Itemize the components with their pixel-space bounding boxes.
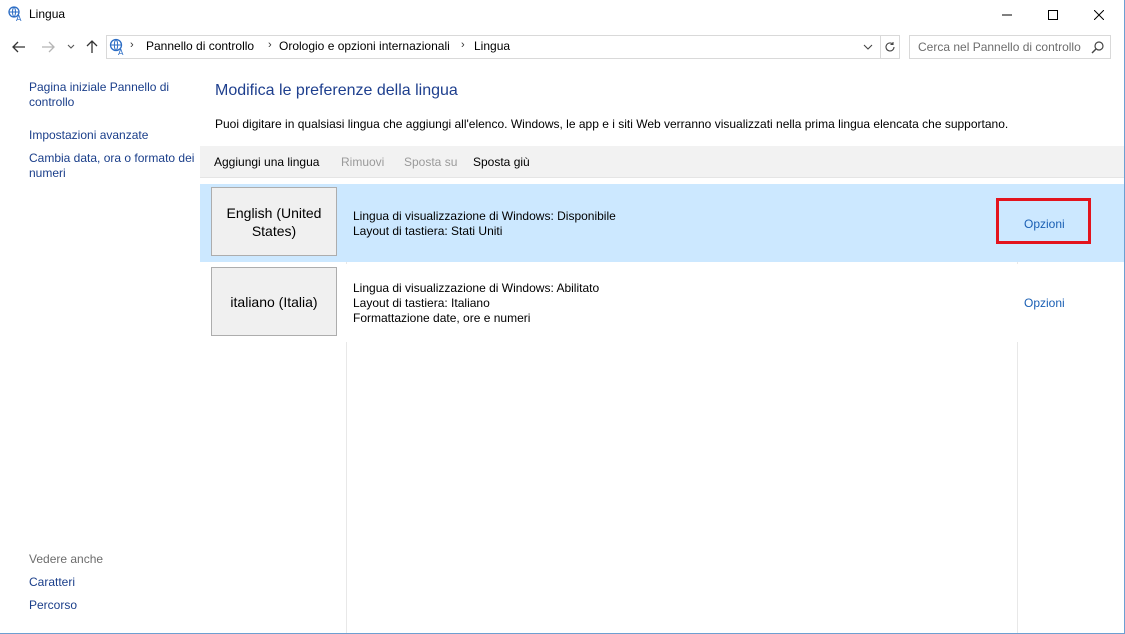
language-row-italian[interactable]: italiano (Italia) Lingua di visualizzazi… [200,264,1124,342]
breadcrumb-language[interactable]: Lingua [474,39,510,53]
back-button[interactable] [8,35,30,59]
language-globe-icon: A [8,6,24,23]
refresh-button[interactable] [880,36,899,58]
breadcrumb-clock-region[interactable]: Orologio e opzioni internazionali [279,39,450,53]
sidebar-link-advanced-settings[interactable]: Impostazioni avanzate [29,128,148,143]
page-title: Modifica le preferenze della lingua [215,82,458,99]
keyboard-layout: Layout di tastiera: Stati Uniti [353,224,503,238]
breadcrumb-separator-icon: › [130,39,134,51]
sidebar: Pagina iniziale Pannello di controllo Im… [0,62,200,633]
highlight-box [996,198,1091,244]
control-panel-window: A Lingua A › Pannello di controllo › Oro… [0,0,1125,634]
search-icon [1091,41,1104,54]
date-time-format: Formattazione date, ore e numeri [353,311,531,325]
back-arrow-icon [12,41,25,53]
refresh-icon [885,42,895,52]
sidebar-link-control-panel-home[interactable]: Pagina iniziale Pannello di controllo [29,80,179,110]
maximize-icon [1048,10,1058,20]
close-icon [1094,10,1104,20]
close-button[interactable] [1076,0,1122,30]
svg-text:A: A [118,48,124,56]
move-up-button[interactable]: Sposta su [404,155,457,169]
language-toolbar: Aggiungi una lingua Rimuovi Sposta su Sp… [200,146,1124,178]
breadcrumb-separator-icon: › [268,39,272,51]
breadcrumb-control-panel[interactable]: Pannello di controllo [146,39,254,53]
maximize-button[interactable] [1030,0,1076,30]
minimize-icon [1002,14,1012,16]
display-language-status: Lingua di visualizzazione di Windows: Ab… [353,281,600,295]
recent-locations-button[interactable] [64,35,78,59]
control-panel-location-icon: A [109,38,127,61]
title-bar: A Lingua [0,0,1124,30]
sidebar-link-change-date-format[interactable]: Cambia data, ora o formato dei numeri [29,151,197,181]
address-history-button[interactable] [859,38,877,56]
minimize-button[interactable] [984,0,1030,30]
sidebar-link-location[interactable]: Percorso [29,598,77,613]
display-language-status: Lingua di visualizzazione di Windows: Di… [353,209,616,223]
keyboard-layout: Layout di tastiera: Italiano [353,296,490,310]
svg-text:A: A [16,14,22,22]
move-down-button[interactable]: Sposta giù [473,155,530,169]
page-description: Puoi digitare in qualsiasi lingua che ag… [215,117,1009,131]
forward-arrow-icon [42,41,55,53]
chevron-down-icon [863,44,873,50]
language-row-english[interactable]: English (United States) Lingua di visual… [200,184,1124,262]
language-name-tile[interactable]: English (United States) [211,187,337,256]
breadcrumb-separator-icon: › [461,39,465,51]
language-details: Lingua di visualizzazione di Windows: Di… [353,209,616,239]
search-placeholder: Cerca nel Pannello di controllo [918,40,1081,54]
remove-language-button[interactable]: Rimuovi [341,155,384,169]
see-also-heading: Vedere anche [29,552,104,566]
options-link[interactable]: Opzioni [1024,296,1065,310]
up-arrow-icon [86,40,98,53]
address-bar[interactable]: A › Pannello di controllo › Orologio e o… [106,35,900,59]
add-language-button[interactable]: Aggiungi una lingua [214,155,319,169]
search-input[interactable]: Cerca nel Pannello di controllo [909,35,1111,59]
window-title: Lingua [29,7,66,21]
language-name-tile[interactable]: italiano (Italia) [211,267,337,336]
chevron-down-icon [67,44,75,49]
forward-button[interactable] [37,35,59,59]
up-button[interactable] [82,35,102,59]
sidebar-link-fonts[interactable]: Caratteri [29,575,75,590]
language-details: Lingua di visualizzazione di Windows: Ab… [353,281,599,326]
navigation-bar: A › Pannello di controllo › Orologio e o… [0,33,1124,61]
